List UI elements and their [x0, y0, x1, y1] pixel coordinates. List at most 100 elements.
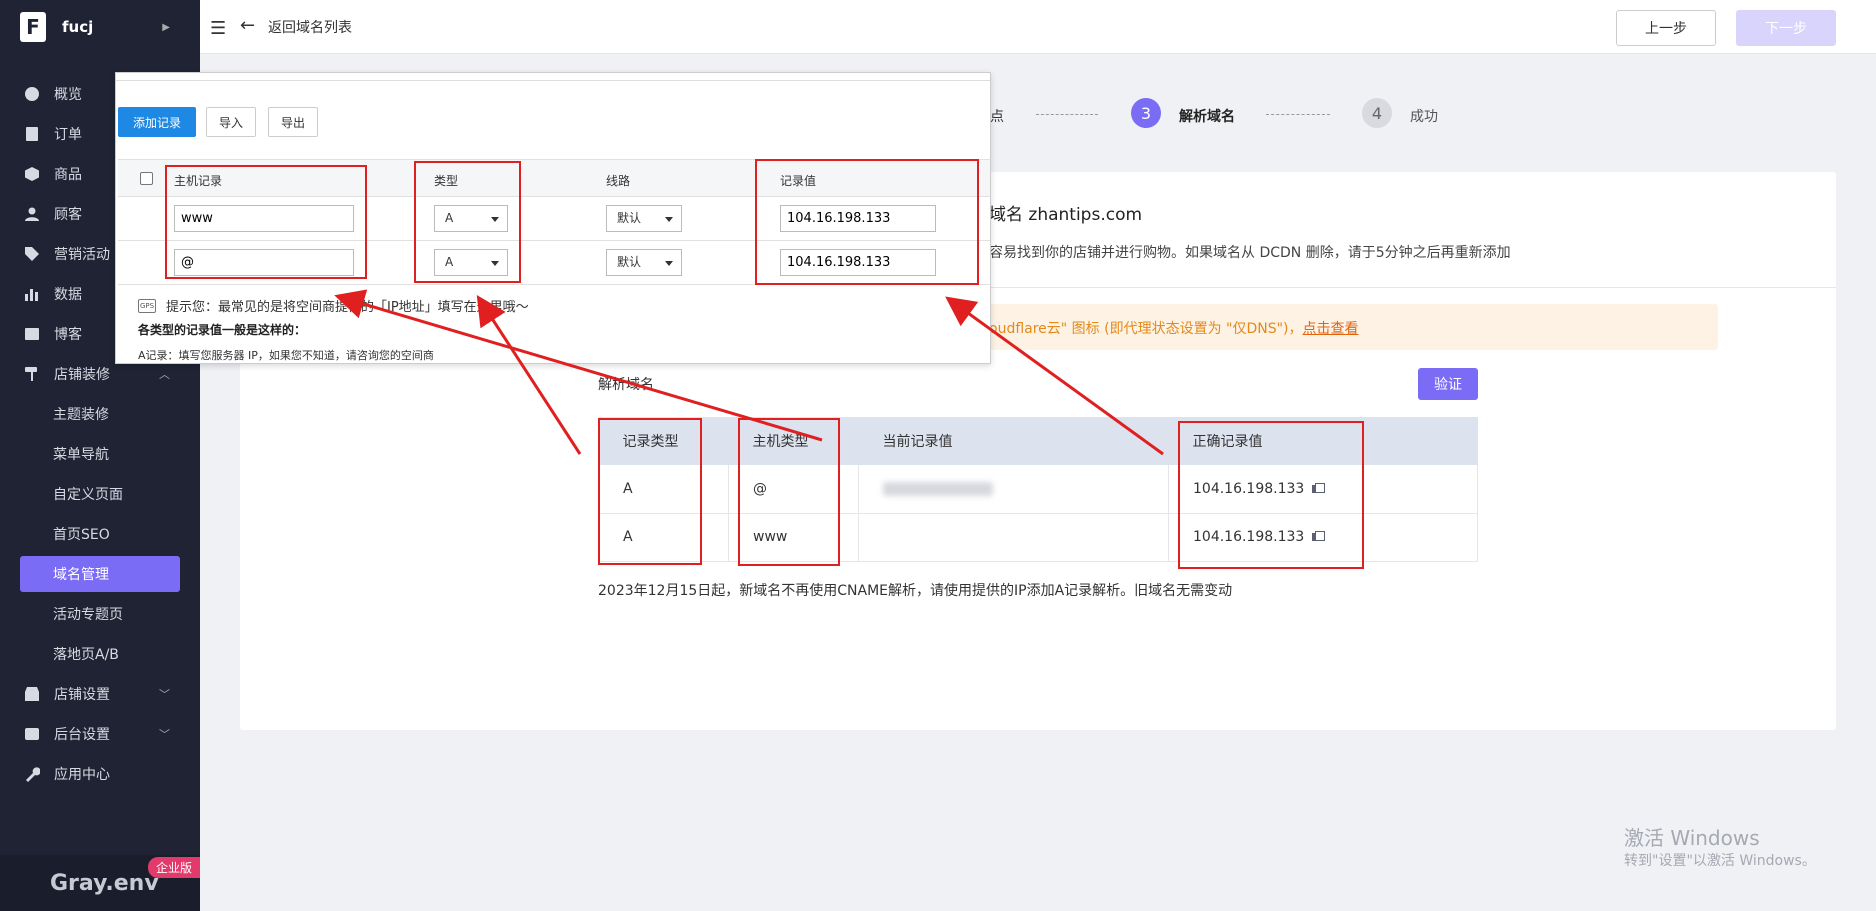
type-select[interactable]: A	[434, 205, 508, 232]
windows-activation-subtitle: 转到"设置"以激活 Windows。	[1624, 853, 1816, 869]
verify-button[interactable]: 验证	[1418, 368, 1478, 400]
chevron-down-icon: ﹀	[159, 688, 170, 701]
copy-icon[interactable]	[1312, 531, 1326, 543]
sidebar-item-label: 商品	[54, 167, 82, 183]
record-value-input[interactable]	[780, 249, 936, 276]
step-3-label: 解析域名	[1179, 109, 1235, 125]
step-2-label: 点	[990, 109, 1004, 125]
blog-icon	[24, 326, 40, 342]
caret-down-icon	[665, 261, 673, 266]
select-all-checkbox[interactable]	[140, 172, 153, 185]
sidebar-subitem-domains[interactable]: 域名管理	[20, 556, 180, 592]
user-icon	[24, 206, 40, 222]
caret-down-icon	[665, 217, 673, 222]
column-header-value: 记录值	[780, 174, 817, 188]
table-row: A 默认	[118, 197, 990, 241]
section-label: 解析域名	[598, 377, 654, 393]
notice-view-link[interactable]: 点击查看	[1303, 321, 1359, 337]
prev-step-button[interactable]: 上一步	[1616, 10, 1716, 46]
step-4-circle: 4	[1362, 98, 1392, 128]
box-icon	[24, 166, 40, 182]
column-header: 主机类型	[728, 417, 859, 465]
line-select[interactable]: 默认	[606, 249, 682, 276]
edition-badge: 企业版	[147, 857, 200, 878]
column-header: 记录类型	[598, 417, 729, 465]
current-value	[858, 465, 1169, 514]
tag-icon	[24, 246, 40, 262]
sidebar-item-label: 博客	[54, 327, 82, 343]
column-header: 当前记录值	[858, 417, 1169, 465]
next-step-button[interactable]: 下一步	[1736, 10, 1836, 46]
sidebar-footer: Gray.env 企业版	[0, 855, 200, 911]
sidebar-subitem-seo[interactable]: 首页SEO	[0, 514, 200, 554]
chevron-right-icon: ▶	[162, 21, 170, 33]
correct-value: 104.16.198.133	[1193, 480, 1305, 497]
store-icon	[24, 686, 40, 702]
host-type: www	[728, 513, 859, 562]
column-header-type: 类型	[434, 174, 459, 188]
sidebar-subitem-landing-ab[interactable]: 落地页A/B	[0, 634, 200, 674]
sidebar-item-label: 订单	[54, 127, 82, 143]
chevron-up-icon: ︿	[159, 368, 170, 381]
sidebar-item-store-settings[interactable]: 店铺设置 ﹀	[0, 674, 200, 714]
caret-down-icon	[491, 261, 499, 266]
order-icon	[24, 126, 40, 142]
sidebar-item-label: 顾客	[54, 207, 82, 223]
tip-icon: GPS	[138, 299, 156, 313]
records-header-row: 主机记录 类型 线路 记录值	[118, 159, 990, 197]
tip-heading: 各类型的记录值一般是这样的：	[138, 323, 307, 337]
type-select[interactable]: A	[434, 249, 508, 276]
step-4-label: 成功	[1410, 109, 1438, 125]
sidebar-subitem-custom-pages[interactable]: 自定义页面	[0, 474, 200, 514]
host-record-input[interactable]	[174, 205, 354, 232]
current-value	[858, 513, 1169, 562]
windows-activation-title: 激活 Windows	[1624, 826, 1760, 850]
sidebar-item-label: 后台设置	[54, 727, 110, 743]
import-button[interactable]: 导入	[206, 107, 256, 137]
column-header-line: 线路	[606, 174, 631, 188]
step-3-circle: 3	[1131, 98, 1161, 128]
copy-icon[interactable]	[1312, 482, 1326, 495]
type-select-value: A	[445, 255, 454, 269]
sidebar-subitem-theme[interactable]: 主题装修	[0, 394, 200, 434]
line-select[interactable]: 默认	[606, 205, 682, 232]
hamburger-menu-icon[interactable]: ☰	[210, 18, 226, 39]
sidebar-subitem-menu[interactable]: 菜单导航	[0, 434, 200, 474]
paint-roller-icon	[24, 366, 40, 382]
wrench-icon	[24, 766, 40, 782]
line-select-value: 默认	[617, 255, 642, 269]
sidebar-subitem-campaign-pages[interactable]: 活动专题页	[0, 594, 200, 634]
export-button[interactable]: 导出	[268, 107, 318, 137]
tip-a-record: A记录：填写您服务器 IP，如果您不知道，请咨询您的空间商	[138, 349, 434, 362]
store-switcher[interactable]: F fucj ▶	[0, 0, 200, 54]
add-record-button[interactable]: 添加记录	[118, 107, 196, 137]
host-record-input[interactable]	[174, 249, 354, 276]
correct-value-cell: 104.16.198.133	[1168, 513, 1478, 562]
host-type: @	[728, 465, 859, 514]
record-value-input[interactable]	[780, 205, 936, 232]
blurred-value	[883, 481, 993, 496]
table-row: A www 104.16.198.133	[598, 513, 1478, 562]
sidebar-item-admin-settings[interactable]: 后台设置 ﹀	[0, 714, 200, 754]
step-connector	[1036, 114, 1098, 115]
sidebar-item-label: 概览	[54, 87, 82, 103]
caret-down-icon	[491, 217, 499, 222]
back-to-domain-list-link[interactable]: 返回域名列表	[268, 17, 352, 37]
sidebar-item-label: 店铺设置	[54, 687, 110, 703]
dns-records-table: 记录类型 主机类型 当前记录值 正确记录值 A @ 104.16.198.133…	[598, 417, 1478, 562]
correct-value-cell: 104.16.198.133	[1168, 465, 1478, 514]
back-arrow-icon[interactable]: ←	[240, 15, 255, 36]
sidebar-item-label: 应用中心	[54, 767, 110, 783]
cname-note: 2023年12月15日起，新域名不再使用CNAME解析，请使用提供的IP添加A记…	[598, 583, 1233, 599]
column-header: 正确记录值	[1168, 417, 1478, 465]
record-type: A	[598, 513, 729, 562]
settings-icon	[24, 726, 40, 742]
gauge-icon	[24, 86, 40, 102]
sidebar-item-apps[interactable]: 应用中心	[0, 754, 200, 794]
table-row: A @ 104.16.198.133	[598, 465, 1478, 514]
divider	[116, 73, 990, 81]
tip-text: 提示您：最常见的是将空间商提供的「IP地址」填写在这里哦～	[166, 300, 529, 315]
topbar: ☰ ← 返回域名列表 上一步 下一步	[200, 0, 1876, 54]
line-select-value: 默认	[617, 211, 642, 225]
sidebar-item-label: 店铺装修	[54, 367, 110, 383]
